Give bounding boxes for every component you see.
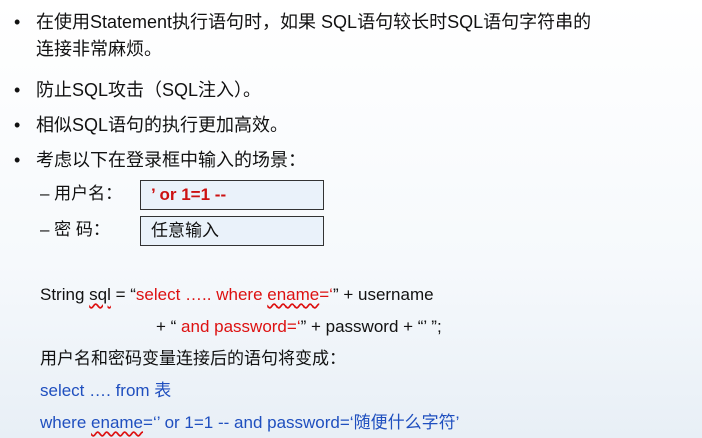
bullet-text: 防止SQL攻击（SQL注入）。 — [36, 80, 262, 100]
code-text: ” + username — [332, 285, 434, 304]
code-text: =‘’ or 1=1 -- and password=‘随便什么字符’ — [143, 413, 460, 432]
code-line-1: String sql = “select ….. where ename=‘” … — [40, 284, 434, 306]
code-text: =‘ — [319, 285, 333, 304]
username-label: – 用户名： — [40, 184, 123, 203]
bullet-dot: • — [14, 115, 21, 135]
code-text: String — [40, 285, 90, 304]
bullet-dot: • — [14, 80, 21, 100]
code-line-where: where ename=‘’ or 1=1 -- and password=‘随… — [40, 412, 459, 434]
code-text: select ….. where — [135, 285, 268, 304]
bullet-text-continued: 连接非常麻烦。 — [36, 39, 162, 59]
code-text: and password=‘ — [181, 317, 301, 336]
password-label: – 密 码： — [40, 220, 110, 239]
bullet-text: 考虑以下在登录框中输入的场景： — [36, 150, 306, 170]
code-text: ename — [267, 285, 320, 304]
code-text: ename — [91, 413, 144, 432]
code-text: sql — [89, 285, 111, 304]
bullet-dot: • — [14, 12, 21, 32]
code-text: ” + password + “’ ”; — [300, 317, 442, 336]
code-text: = “ — [110, 285, 136, 304]
password-input[interactable]: 任意输入 — [140, 216, 324, 246]
explanation-text: 用户名和密码变量连接后的语句将变成： — [40, 349, 346, 368]
bullet-dot: • — [14, 150, 21, 170]
code-line-2: + “ and password=‘” + password + “’ ”; — [156, 316, 442, 338]
code-text: where — [40, 413, 92, 432]
bullet-text: 相似SQL语句的执行更加高效。 — [36, 115, 289, 135]
code-line-select: select …. from 表 — [40, 381, 172, 400]
bullet-text: 在使用Statement执行语句时，如果 SQL语句较长时SQL语句字符串的 — [36, 12, 592, 32]
username-input[interactable]: ’ or 1=1 -- — [140, 180, 324, 210]
code-text: + “ — [156, 317, 182, 336]
